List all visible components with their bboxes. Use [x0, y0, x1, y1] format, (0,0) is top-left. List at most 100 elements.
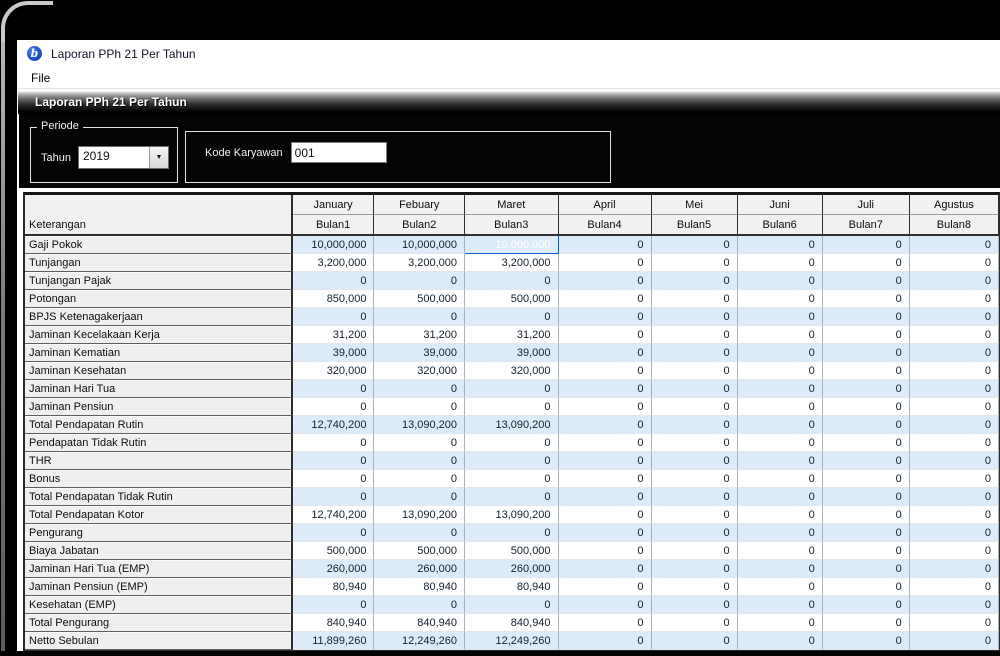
data-cell[interactable]: 12,740,200 — [292, 506, 375, 524]
data-cell[interactable]: 0 — [374, 308, 466, 326]
column-header-bulan5[interactable]: Mei — [651, 195, 738, 215]
data-cell[interactable]: 31,200 — [465, 326, 559, 344]
row-label-cell[interactable]: THR — [25, 452, 293, 470]
data-cell[interactable]: 0 — [292, 434, 375, 452]
data-cell[interactable]: 0 — [558, 434, 652, 452]
data-cell[interactable]: 0 — [822, 236, 910, 254]
data-cell[interactable]: 0 — [822, 254, 910, 272]
data-cell[interactable]: 0 — [737, 308, 823, 326]
data-cell[interactable]: 260,000 — [465, 560, 559, 578]
data-cell[interactable]: 0 — [909, 452, 999, 470]
data-cell[interactable]: 0 — [558, 308, 652, 326]
data-cell[interactable]: 0 — [909, 434, 999, 452]
row-label-cell[interactable]: Jaminan Kecelakaan Kerja — [25, 326, 293, 344]
tahun-combobox[interactable]: 2019 ▼ — [77, 146, 169, 169]
data-cell[interactable]: 0 — [558, 398, 652, 416]
data-cell[interactable]: 260,000 — [374, 560, 466, 578]
data-cell[interactable]: 0 — [822, 272, 910, 290]
data-cell[interactable]: 0 — [737, 542, 823, 560]
data-cell[interactable]: 0 — [737, 362, 823, 380]
data-cell[interactable]: 0 — [737, 488, 823, 506]
data-cell[interactable]: 0 — [465, 308, 559, 326]
data-cell[interactable]: 0 — [558, 344, 652, 362]
data-cell[interactable]: 0 — [292, 380, 375, 398]
row-label-cell[interactable]: Gaji Pokok — [25, 236, 293, 254]
data-cell[interactable]: 0 — [651, 290, 738, 308]
data-cell[interactable]: 0 — [909, 560, 999, 578]
data-cell[interactable]: 0 — [651, 416, 738, 434]
data-cell[interactable]: 0 — [909, 596, 999, 614]
row-label-cell[interactable]: Total Pendapatan Kotor — [25, 506, 293, 524]
data-cell[interactable]: 0 — [822, 362, 910, 380]
data-cell[interactable]: 0 — [909, 344, 999, 362]
data-cell[interactable]: 0 — [558, 560, 652, 578]
data-cell[interactable]: 10,000,000 — [374, 236, 466, 254]
data-cell[interactable]: 0 — [374, 452, 466, 470]
data-cell[interactable]: 0 — [651, 578, 738, 596]
chevron-down-icon[interactable]: ▼ — [148, 147, 168, 168]
data-cell[interactable]: 0 — [374, 272, 466, 290]
data-cell[interactable]: 0 — [822, 308, 910, 326]
data-cell[interactable]: 0 — [651, 632, 738, 650]
data-cell[interactable]: 10,000,000 — [292, 236, 375, 254]
data-cell[interactable]: 0 — [737, 326, 823, 344]
data-cell[interactable]: 0 — [465, 524, 559, 542]
data-cell[interactable]: 0 — [292, 488, 375, 506]
data-cell[interactable]: 0 — [558, 524, 652, 542]
data-cell[interactable]: 500,000 — [374, 542, 466, 560]
data-cell[interactable]: 0 — [558, 632, 652, 650]
data-cell[interactable]: 0 — [909, 362, 999, 380]
row-label-cell[interactable]: Total Pendapatan Tidak Rutin — [25, 488, 293, 506]
data-cell[interactable]: 0 — [909, 524, 999, 542]
kode-karyawan-input[interactable] — [290, 142, 387, 163]
data-cell[interactable]: 80,940 — [374, 578, 466, 596]
column-header-bulan2[interactable]: Febuary — [374, 195, 466, 215]
data-cell[interactable]: 0 — [651, 272, 738, 290]
data-cell[interactable]: 39,000 — [292, 344, 375, 362]
tahun-combobox-value[interactable]: 2019 — [79, 147, 149, 168]
data-cell[interactable]: 0 — [465, 596, 559, 614]
data-cell[interactable]: 0 — [909, 254, 999, 272]
data-cell[interactable]: 13,090,200 — [465, 416, 559, 434]
data-cell[interactable]: 0 — [374, 524, 466, 542]
data-cell[interactable]: 0 — [822, 542, 910, 560]
data-cell[interactable]: 0 — [822, 560, 910, 578]
data-cell[interactable]: 12,249,260 — [374, 632, 466, 650]
row-label-cell[interactable]: Tunjangan Pajak — [25, 272, 293, 290]
data-cell[interactable]: 0 — [822, 506, 910, 524]
data-cell[interactable]: 0 — [292, 452, 375, 470]
data-cell[interactable]: 0 — [737, 398, 823, 416]
data-cell[interactable]: 0 — [651, 452, 738, 470]
data-cell[interactable]: 0 — [737, 506, 823, 524]
data-cell[interactable]: 840,940 — [292, 614, 375, 632]
data-cell[interactable]: 0 — [737, 416, 823, 434]
data-cell[interactable]: 0 — [651, 614, 738, 632]
row-label-cell[interactable]: Kesehatan (EMP) — [25, 596, 293, 614]
data-cell[interactable]: 0 — [374, 398, 466, 416]
data-cell[interactable]: 0 — [374, 434, 466, 452]
data-cell[interactable]: 0 — [651, 362, 738, 380]
data-cell[interactable]: 0 — [292, 524, 375, 542]
data-cell[interactable]: 0 — [558, 362, 652, 380]
data-cell[interactable]: 0 — [558, 326, 652, 344]
column-subheader-bulan3[interactable]: Bulan3 — [465, 215, 559, 236]
data-cell[interactable]: 0 — [465, 272, 559, 290]
row-label-cell[interactable]: Total Pengurang — [25, 614, 293, 632]
row-label-cell[interactable]: Total Pendapatan Rutin — [25, 416, 293, 434]
data-cell[interactable]: 0 — [465, 488, 559, 506]
data-cell[interactable]: 0 — [651, 308, 738, 326]
data-cell[interactable]: 0 — [909, 488, 999, 506]
data-cell[interactable]: 0 — [737, 596, 823, 614]
data-cell[interactable]: 0 — [822, 290, 910, 308]
data-cell[interactable]: 0 — [374, 470, 466, 488]
data-cell[interactable]: 0 — [465, 398, 559, 416]
column-subheader-bulan1[interactable]: Bulan1 — [292, 215, 375, 236]
column-header-bulan3[interactable]: Maret — [465, 195, 559, 215]
data-cell[interactable]: 3,200,000 — [292, 254, 375, 272]
data-cell[interactable]: 0 — [651, 434, 738, 452]
data-cell[interactable]: 0 — [651, 596, 738, 614]
row-label-cell[interactable]: Potongan — [25, 290, 293, 308]
data-cell[interactable]: 0 — [651, 542, 738, 560]
data-cell[interactable]: 840,940 — [374, 614, 466, 632]
data-cell[interactable]: 0 — [558, 596, 652, 614]
